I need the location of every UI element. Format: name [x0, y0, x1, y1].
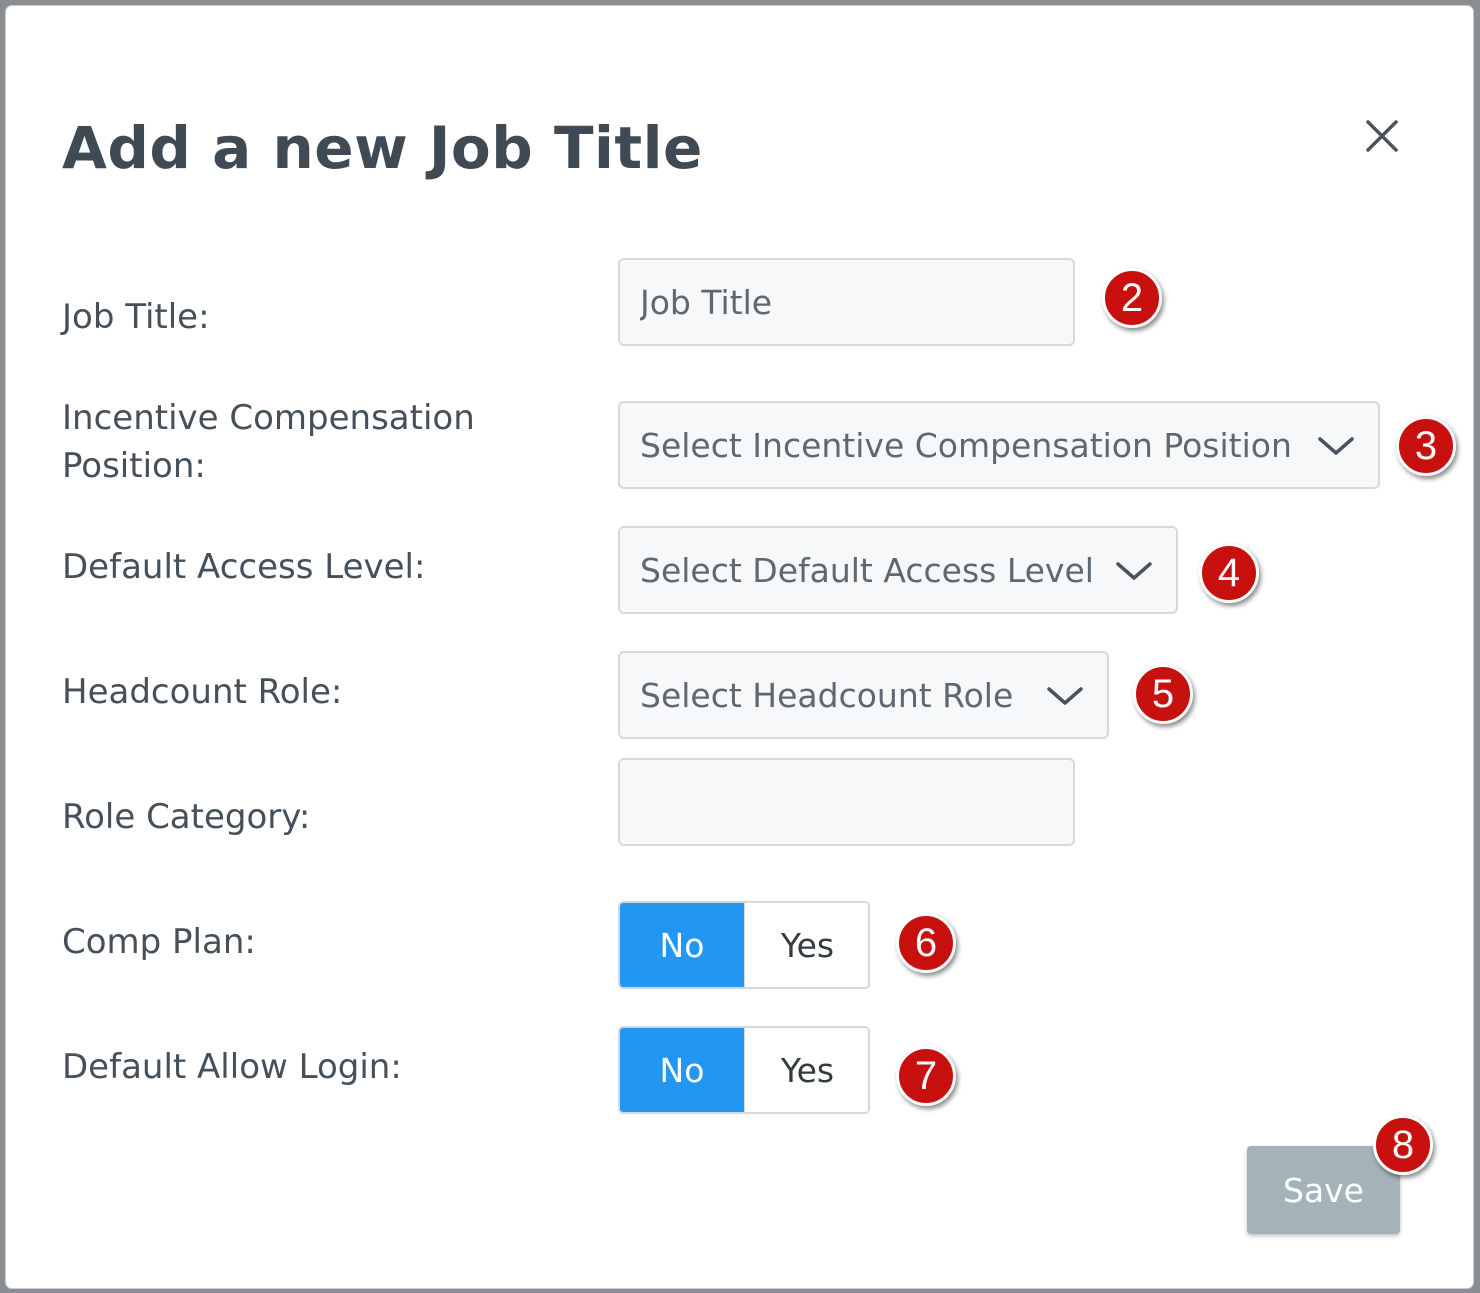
comp-plan-label: Comp Plan: — [62, 922, 256, 962]
modal-title: Add a new Job Title — [62, 114, 703, 182]
chevron-down-icon — [1047, 687, 1083, 705]
comp-plan-yes-option[interactable]: Yes — [744, 903, 868, 987]
chevron-down-icon — [1318, 437, 1354, 455]
incentive-position-label-line2: Position: — [62, 446, 206, 486]
add-job-title-modal: Add a new Job Title Job Title: 2 Incenti… — [6, 6, 1473, 1288]
allow-login-toggle: No Yes — [618, 1026, 870, 1114]
access-level-label: Default Access Level: — [62, 547, 426, 587]
chevron-down-icon — [1116, 562, 1152, 580]
callout-badge-2: 2 — [1102, 268, 1162, 328]
incentive-position-select[interactable]: Select Incentive Compensation Position — [618, 401, 1380, 489]
comp-plan-toggle: No Yes — [618, 901, 870, 989]
job-title-label: Job Title: — [62, 297, 210, 337]
incentive-position-label-line1: Incentive Compensation — [62, 398, 475, 438]
job-title-field-wrapper — [618, 258, 1075, 346]
allow-login-label: Default Allow Login: — [62, 1047, 402, 1087]
job-title-input[interactable] — [620, 260, 1073, 344]
role-category-field — [618, 758, 1075, 846]
role-category-input[interactable] — [620, 760, 1073, 844]
close-icon[interactable] — [1358, 112, 1406, 160]
incentive-position-selected: Select Incentive Compensation Position — [640, 426, 1292, 465]
comp-plan-no-option[interactable]: No — [620, 903, 744, 987]
allow-login-no-option[interactable]: No — [620, 1028, 744, 1112]
access-level-select[interactable]: Select Default Access Level — [618, 526, 1178, 614]
callout-badge-6: 6 — [896, 913, 956, 973]
headcount-role-label: Headcount Role: — [62, 672, 343, 712]
allow-login-yes-option[interactable]: Yes — [744, 1028, 868, 1112]
headcount-role-selected: Select Headcount Role — [640, 676, 1014, 715]
incentive-position-label: Incentive Compensation Position: — [62, 394, 475, 490]
role-category-label: Role Category: — [62, 797, 311, 837]
access-level-selected: Select Default Access Level — [640, 551, 1094, 590]
callout-badge-4: 4 — [1199, 543, 1259, 603]
callout-badge-7: 7 — [896, 1046, 956, 1106]
callout-badge-8: 8 — [1373, 1115, 1433, 1175]
callout-badge-3: 3 — [1396, 416, 1456, 476]
headcount-role-select[interactable]: Select Headcount Role — [618, 651, 1109, 739]
callout-badge-5: 5 — [1133, 664, 1193, 724]
